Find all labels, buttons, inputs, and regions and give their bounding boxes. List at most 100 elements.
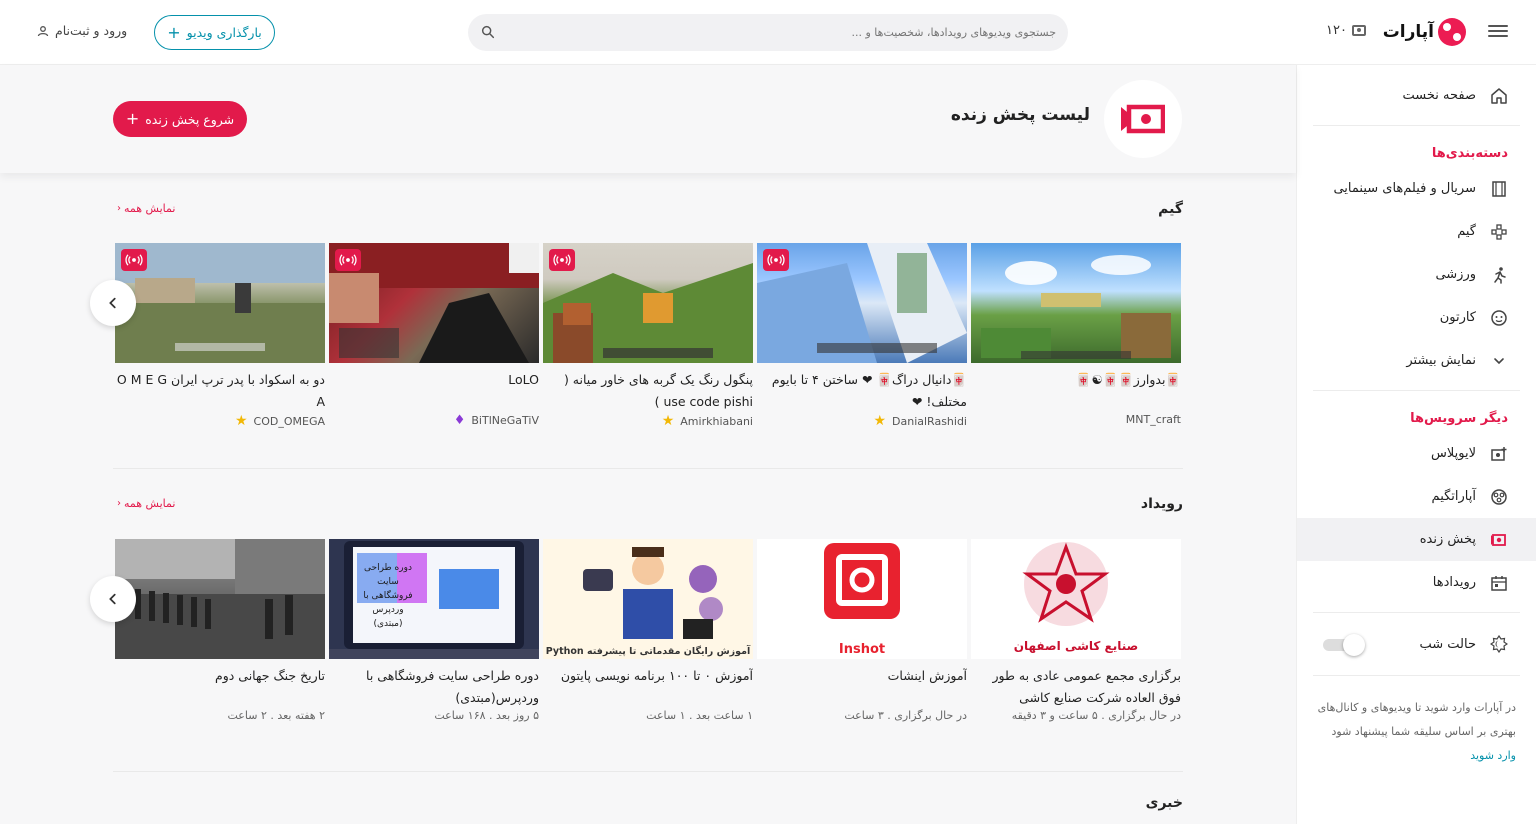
login-link[interactable]: ورود و ثبت‌نام — [37, 23, 127, 38]
aparat-logo[interactable]: آپارات — [1383, 18, 1466, 46]
event-meta: ۲ هفته بعد . ۲ ساعت — [227, 709, 326, 722]
chevron-left-icon — [109, 593, 116, 605]
sidebar-item-aparat-game[interactable]: آپاراتگیم — [1297, 475, 1536, 518]
search-input[interactable] — [468, 14, 1068, 51]
video-card[interactable]: 🀄دانیال دراگ🀄 ❤ ساختن ۴ تا بایوم مختلف! … — [757, 243, 967, 429]
video-thumbnail[interactable] — [543, 243, 753, 363]
events-section: رویداد نمایش همه ‹ صنایع کاشی اصفهان برگ… — [113, 490, 1183, 750]
event-title[interactable]: دوره طراحی سایت فروشگاهی با وردپرس(مبتدی… — [329, 665, 539, 709]
sidebar-item-movies[interactable]: سریال و فیلم‌های سینمایی — [1297, 167, 1536, 210]
video-title[interactable]: 🀄دانیال دراگ🀄 ❤ ساختن ۴ تا بایوم مختلف! … — [757, 369, 967, 413]
start-live-button[interactable]: شروع پخش زنده + — [113, 101, 247, 137]
channel-name: MNT_craft — [1125, 413, 1181, 426]
video-thumbnail[interactable] — [329, 243, 539, 363]
event-title[interactable]: آموزش ۰ تا ۱۰۰ برنامه نویسی پایتون — [543, 665, 753, 709]
event-meta: ۱ ساعت بعد . ۱ ساعت — [646, 709, 753, 722]
show-all-link[interactable]: نمایش همه ‹ — [117, 202, 175, 215]
sidebar-item-liveplus[interactable]: لایوپلاس — [1297, 432, 1536, 475]
live-broadcast-icon — [553, 254, 571, 266]
sidebar-item-live[interactable]: پخش زنده — [1297, 518, 1536, 561]
channel-info[interactable]: ♦ BiTlNeGaTiV — [329, 413, 539, 428]
upload-video-button[interactable]: بارگذاری ویدیو + — [154, 15, 275, 50]
chevron-down-icon — [1490, 352, 1508, 370]
sidebar-item-sports[interactable]: ورزشی — [1297, 253, 1536, 296]
liveplus-icon — [1490, 445, 1508, 463]
sidebar-item-cartoon[interactable]: کارتون — [1297, 296, 1536, 339]
event-thumbnail[interactable] — [115, 539, 325, 659]
event-thumbnail[interactable]: صنایع کاشی اصفهان — [971, 539, 1181, 659]
wordpress-course-text: دوره طراحی سایت فروشگاهی با وردپرس (مبتد… — [363, 563, 413, 629]
sidebar-item-home[interactable]: صفحه نخست — [1297, 74, 1536, 117]
event-card[interactable]: تاریخ جنگ جهانی دوم ۲ هفته بعد . ۲ ساعت — [115, 539, 325, 722]
game-cards: 🀄بدوارز🀄🀄☯🀄 MNT_craft 🀄دانیال دراگ🀄 ❤ سا… — [115, 243, 1181, 429]
section-divider — [113, 771, 1183, 772]
video-title[interactable]: پنگول رنگ یک گربه های خاور میانه ( use c… — [543, 369, 753, 413]
upload-label: بارگذاری ویدیو — [186, 25, 262, 40]
coins-counter[interactable]: ۱۲۰ — [1326, 23, 1366, 38]
inshot-logo-text: Inshot — [838, 642, 886, 657]
night-mode-icon — [1489, 634, 1509, 654]
event-title[interactable]: تاریخ جنگ جهانی دوم — [115, 665, 325, 709]
show-all-link[interactable]: نمایش همه ‹ — [117, 497, 175, 510]
live-list-banner: لیست پخش زنده شروع پخش زنده + — [0, 65, 1296, 173]
news-section: خبری — [113, 790, 1183, 824]
sidebar-item-label: سریال و فیلم‌های سینمایی — [1333, 181, 1476, 196]
event-card[interactable]: آموزش رایگان مقدماتی تا پیشرفته Python آ… — [543, 539, 753, 722]
video-card[interactable]: پنگول رنگ یک گربه های خاور میانه ( use c… — [543, 243, 753, 429]
film-icon — [1490, 180, 1508, 198]
video-title[interactable]: LoLO — [329, 369, 539, 413]
aparat-logo-mark — [1438, 18, 1466, 46]
video-title[interactable]: 🀄بدوارز🀄🀄☯🀄 — [971, 369, 1181, 413]
plus-icon: + — [167, 22, 181, 42]
event-card[interactable]: دوره طراحی سایت فروشگاهی با وردپرس (مبتد… — [329, 539, 539, 722]
event-card[interactable]: Inshot آموزش اینشات در حال برگزاری . ۳ س… — [757, 539, 967, 722]
event-card[interactable]: صنایع کاشی اصفهان برگزاری مجمع عمومی عاد… — [971, 539, 1181, 722]
sidebar-item-game[interactable]: گیم — [1297, 210, 1536, 253]
event-thumbnail[interactable]: آموزش رایگان مقدماتی تا پیشرفته Python — [543, 539, 753, 659]
live-broadcast-icon — [125, 254, 143, 266]
night-mode-toggle[interactable] — [1323, 634, 1365, 656]
video-thumbnail[interactable] — [971, 243, 1181, 363]
menu-icon[interactable] — [1488, 22, 1508, 42]
chevron-left-icon: ‹ — [117, 203, 121, 214]
top-header: آپارات ۱۲۰ بارگذاری ویدیو + ورود و ثبت‌ن… — [0, 0, 1536, 65]
carousel-next-button[interactable] — [90, 280, 136, 326]
channel-info[interactable]: MNT_craft — [971, 413, 1181, 426]
event-thumbnail[interactable]: Inshot — [757, 539, 967, 659]
sidebar-divider — [1313, 390, 1520, 391]
video-thumbnail[interactable] — [757, 243, 967, 363]
sidebar-item-label: صفحه نخست — [1402, 88, 1476, 103]
toggle-knob — [1343, 634, 1365, 656]
carousel-next-button[interactable] — [90, 576, 136, 622]
section-title: خبری — [1145, 795, 1183, 811]
live-badge — [763, 249, 789, 271]
video-title[interactable]: دو به اسکواد با پدر ترپ ایران O M E G A — [115, 369, 325, 413]
sidebar-item-events[interactable]: رویدادها — [1297, 561, 1536, 604]
search-box — [468, 14, 1068, 51]
search-icon[interactable] — [480, 24, 496, 40]
video-card[interactable]: دو به اسکواد با پدر ترپ ایران O M E G A … — [115, 243, 325, 429]
video-card[interactable]: 🀄بدوارز🀄🀄☯🀄 MNT_craft — [971, 243, 1181, 429]
gamepad-icon — [1490, 223, 1508, 241]
login-suggestion-text: در آپارات وارد شوید تا ویدیوهای و کانال‌… — [1317, 701, 1516, 738]
chevron-left-icon: ‹ — [117, 498, 121, 509]
event-thumbnail[interactable]: دوره طراحی سایت فروشگاهی با وردپرس (مبتد… — [329, 539, 539, 659]
live-coin-icon — [1352, 25, 1366, 36]
start-live-label: شروع پخش زنده — [145, 111, 235, 127]
channel-info[interactable]: ★ Amirkhiabani — [543, 413, 753, 429]
video-thumbnail[interactable] — [115, 243, 325, 363]
sidebar-divider — [1313, 612, 1520, 613]
channel-name: Amirkhiabani — [680, 414, 753, 428]
ww2-photo-art — [115, 539, 325, 659]
live-badge — [121, 249, 147, 271]
event-title[interactable]: آموزش اینشات — [757, 665, 967, 709]
event-meta: ۵ روز بعد . ۱۶۸ ساعت — [434, 709, 539, 722]
login-suggestion-link[interactable]: وارد شوید — [1317, 744, 1516, 768]
channel-info[interactable]: ★ DanialRashidi — [757, 413, 967, 429]
channel-info[interactable]: ★ COD_OMEGA — [115, 413, 325, 429]
chevron-left-icon — [109, 297, 116, 309]
video-card[interactable]: LoLO ♦ BiTlNeGaTiV — [329, 243, 539, 429]
event-title[interactable]: برگزاری مجمع عمومی عادی به طور فوق العاد… — [971, 665, 1181, 709]
sidebar-item-show-more[interactable]: نمایش بیشتر — [1297, 339, 1536, 382]
services-heading: دیگر سرویس‌ها — [1410, 411, 1508, 426]
